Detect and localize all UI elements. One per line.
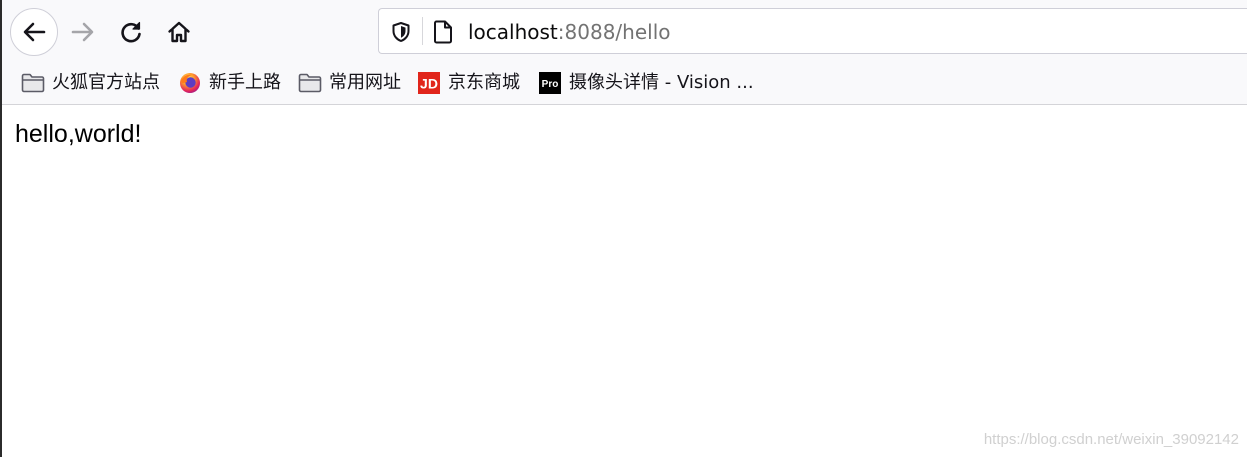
firefox-icon [178,72,202,94]
url-bar[interactable]: localhost:8088/hello [378,8,1247,54]
tracking-protection-button[interactable] [389,20,413,44]
shield-icon [392,22,410,42]
back-button[interactable] [10,8,58,56]
forward-button[interactable] [60,9,106,55]
bookmark-label: 常用网址 [329,72,401,93]
bookmark-camera-details[interactable]: Pro 摄像头详情 - Vision ... [538,70,754,96]
bookmark-firefox-official-site[interactable]: 火狐官方站点 [21,70,160,96]
folder-icon [298,72,322,94]
browser-window: localhost:8088/hello 火狐官方站点 新手上路 常用网址 JD… [0,0,1247,457]
site-info-button[interactable] [431,19,455,45]
bookmark-jd-mall[interactable]: JD 京东商城 [417,70,520,96]
bookmark-getting-started[interactable]: 新手上路 [178,70,281,96]
url-text[interactable]: localhost:8088/hello [468,19,671,45]
pro-icon: Pro [538,72,562,94]
watermark: https://blog.csdn.net/weixin_39092142 [983,431,1239,448]
jd-icon: JD [417,72,441,94]
bookmarks-toolbar: 火狐官方站点 新手上路 常用网址 JD 京东商城 Pro 摄像头详情 - Vis… [2,62,1247,105]
navigation-toolbar: localhost:8088/hello [2,0,1247,62]
arrow-left-icon [23,22,46,42]
home-icon [168,21,190,43]
reload-button[interactable] [108,9,154,55]
url-divider [422,17,423,45]
jd-icon-text: JD [420,76,438,92]
url-host: localhost [468,20,558,44]
reload-icon [121,21,141,43]
bookmark-label: 摄像头详情 - Vision ... [569,72,754,93]
arrow-right-icon [71,22,94,42]
page-content: hello,world! https://blog.csdn.net/weixi… [2,105,1247,457]
pro-icon-text: Pro [542,79,559,90]
url-path: :8088/hello [557,20,671,44]
home-button[interactable] [156,9,202,55]
bookmark-label: 火狐官方站点 [52,72,160,93]
bookmark-label: 京东商城 [448,72,520,93]
folder-icon [21,72,45,94]
bookmark-common-sites[interactable]: 常用网址 [298,70,401,96]
page-icon [434,20,452,44]
bookmark-label: 新手上路 [209,72,281,93]
page-body-text: hello,world! [15,120,142,148]
